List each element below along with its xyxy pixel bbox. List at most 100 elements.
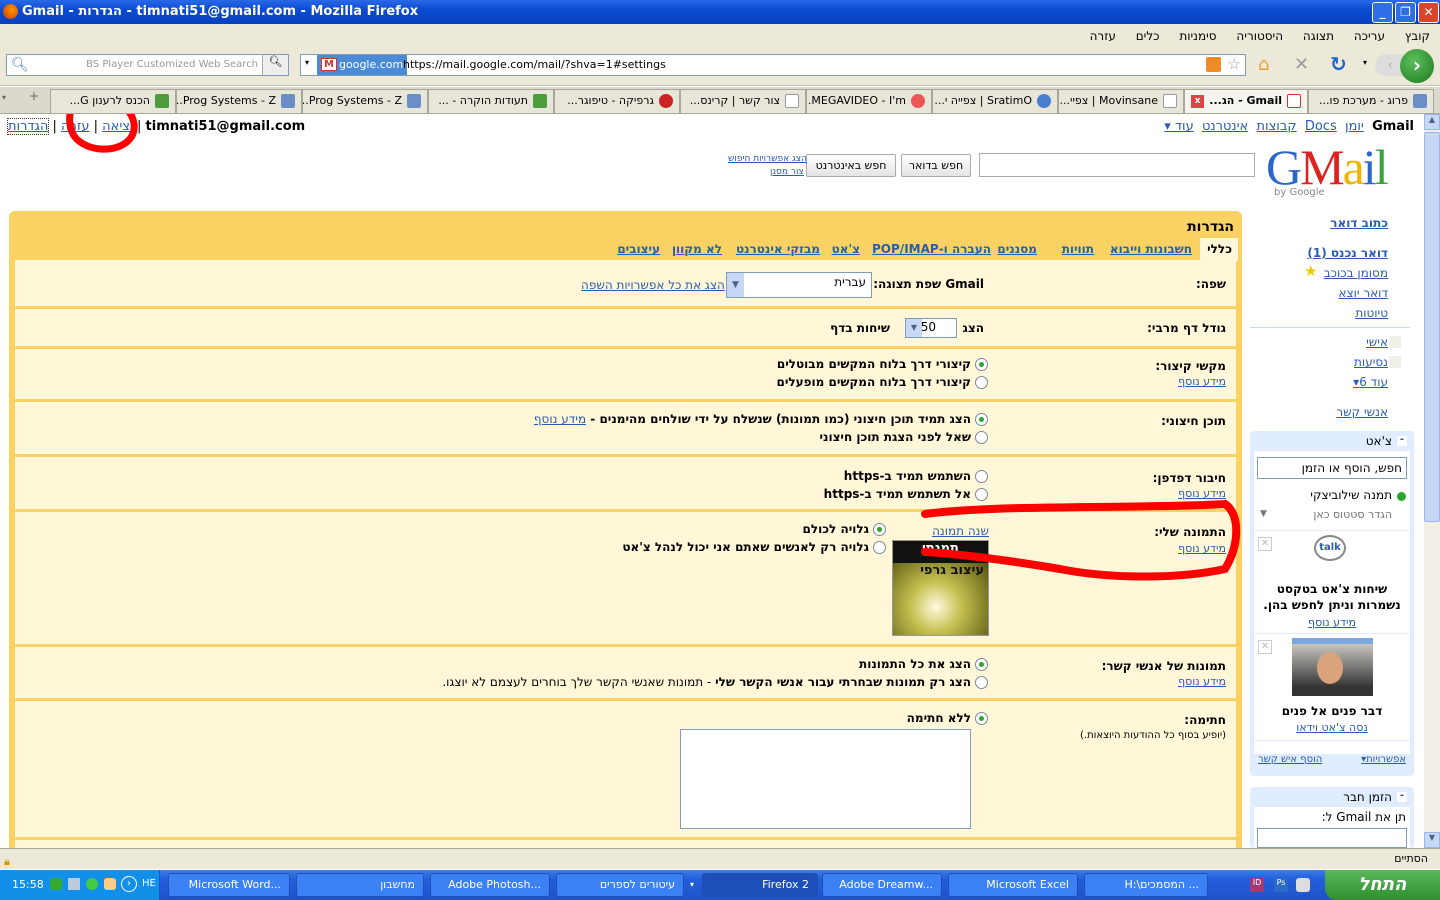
clock: 15:58	[12, 878, 44, 891]
scroll-down-icon[interactable]: ▼	[1424, 832, 1440, 848]
tray-icon[interactable]	[104, 878, 116, 890]
network-icon[interactable]	[68, 878, 80, 890]
tab-label: תעודות הוקרה - ...	[438, 94, 528, 107]
minimize-button[interactable]: _	[1372, 2, 1393, 23]
expand-tray-icon[interactable]: ›	[121, 876, 137, 892]
menu-file[interactable]: קובץ	[1405, 24, 1430, 48]
taskbar-label: מחשבון	[380, 878, 415, 891]
url-text[interactable]: https://mail.google.com/mail/?shva=1#set…	[403, 58, 666, 71]
annotation-overlay	[66, 114, 1241, 581]
new-tab-button[interactable]: +	[22, 89, 46, 111]
scroll-up-icon[interactable]: ▲	[1424, 114, 1440, 130]
close-button[interactable]: ✕	[1418, 2, 1439, 23]
tab-contact[interactable]: צור קשר | קרינס...	[680, 89, 806, 113]
maximize-button[interactable]: ❐	[1395, 2, 1416, 23]
window-title: Gmail - הגדרות - timnati51@gmail.com - M…	[22, 4, 419, 19]
tab-sratimo[interactable]: SratimO | צפייה י...	[932, 89, 1058, 113]
url-dropdown-icon[interactable]: ▾	[305, 58, 309, 67]
tab-label: Gmail - הג...	[1209, 94, 1282, 107]
annotation-circle-settings	[66, 114, 138, 153]
web-search-input[interactable]: BS Player Customized Web Search	[86, 59, 258, 70]
taskbar-folder[interactable]: H:\המסמכים ...	[1084, 873, 1208, 897]
search-go-icon[interactable]: 🔍︎	[262, 55, 288, 75]
tab-prog-systems-2[interactable]: Prog Systems - Z...	[176, 89, 302, 113]
history-dropdown-icon[interactable]: ▾	[1363, 58, 1367, 67]
window-title-bar: Gmail - הגדרות - timnati51@gmail.com - M…	[0, 0, 1440, 24]
start-button[interactable]: התחל	[1325, 870, 1440, 900]
taskbar-label: Adobe Dreamw...	[839, 878, 933, 891]
photoshop-quicklaunch-icon[interactable]: Ps	[1274, 878, 1288, 892]
start-label: התחל	[1358, 874, 1407, 895]
tab-label: צור קשר | קרינס...	[689, 94, 780, 107]
tab-favicon	[659, 94, 673, 108]
scroll-thumb[interactable]	[1424, 132, 1440, 522]
tab-megavideo[interactable]: MEGAVIDEO - I'm...	[806, 89, 932, 113]
tab-label: Prog Systems - Z...	[176, 94, 276, 107]
tab-prog[interactable]: פרוג - מערכת פו...	[1308, 89, 1434, 113]
tray-icon[interactable]	[50, 878, 62, 890]
menu-view[interactable]: תצוגה	[1303, 24, 1334, 48]
magnifier-icon: 🔍︎	[11, 57, 29, 73]
taskbar-label: Adobe Photosh...	[448, 878, 541, 891]
menu-edit[interactable]: עריכה	[1354, 24, 1385, 48]
tab-label: Movinsane | צפיי...	[1059, 94, 1159, 107]
messenger-icon[interactable]	[86, 878, 98, 890]
forward-button[interactable]: ›	[1400, 49, 1434, 83]
bookmark-star-icon[interactable]: ☆	[1228, 55, 1241, 73]
taskbar-photoshop[interactable]: Adobe Photosh...	[430, 873, 550, 897]
system-tray: 15:58 › HE	[0, 870, 160, 900]
tab-graphics[interactable]: גרפיקה - טיפוגר...	[554, 89, 680, 113]
tab-label: גרפיקה - טיפוגר...	[567, 94, 654, 107]
tab-movinsane[interactable]: Movinsane | צפיי...	[1058, 89, 1184, 113]
menu-bar: קובץ עריכה תצוגה היסטוריה סימניות כלים ע…	[0, 24, 1440, 48]
tab-list-icon[interactable]: ▾	[2, 93, 6, 102]
url-bar[interactable]: ▾ google.com M https://mail.google.com/m…	[300, 54, 1246, 76]
rss-icon[interactable]	[1206, 57, 1221, 72]
web-search-box[interactable]: 🔍︎ BS Player Customized Web Search 🔍︎	[6, 54, 289, 76]
quicklaunch-icon[interactable]	[1296, 878, 1310, 892]
tab-favicon	[1413, 94, 1427, 108]
gmail-favicon: M	[321, 58, 337, 71]
taskbar-excel[interactable]: Microsoft Excel	[948, 873, 1078, 897]
menu-help[interactable]: עזרה	[1090, 24, 1116, 48]
gmail-page: יציאה | עזרה | הגדרות | timnati51@gmail.…	[0, 114, 1424, 848]
tab-label: הכנס לרענון G...	[69, 94, 150, 107]
tab-gmail[interactable]: Gmail - הג... x	[1184, 89, 1308, 113]
taskbar-firefox[interactable]: Firefox 2	[702, 873, 818, 897]
tab-favicon	[911, 94, 925, 108]
taskbar-label: Microsoft Excel	[986, 878, 1069, 891]
menu-bookmarks[interactable]: סימניות	[1179, 24, 1216, 48]
tab-favicon	[1287, 94, 1301, 108]
home-icon[interactable]: ⌂	[1258, 54, 1269, 75]
site-domain: google.com	[339, 58, 404, 71]
stop-icon[interactable]: ✕	[1294, 54, 1309, 75]
reload-icon[interactable]: ↻	[1330, 52, 1347, 76]
annotation-circle-picture	[921, 499, 1241, 581]
tab-favicon	[281, 94, 295, 108]
taskbar-dreamweaver[interactable]: Adobe Dreamw...	[822, 873, 942, 897]
lock-icon: 🔒︎	[4, 855, 10, 868]
taskbar-label: Microsoft Word...	[188, 878, 281, 891]
indesign-quicklaunch-icon[interactable]: ID	[1250, 878, 1264, 892]
tab-favicon	[407, 94, 421, 108]
taskbar-calculator[interactable]: מחשבון	[296, 873, 424, 897]
tab-favicon	[785, 94, 799, 108]
menu-tools[interactable]: כלים	[1136, 24, 1160, 48]
tab-certificates[interactable]: תעודות הוקרה - ...	[428, 89, 554, 113]
tab-prog-systems[interactable]: Prog Systems - Z...	[302, 89, 428, 113]
tab-close-icon[interactable]: x	[1191, 95, 1204, 108]
taskbar-word[interactable]: Microsoft Word...	[168, 873, 290, 897]
tab-favicon	[1037, 94, 1051, 108]
vertical-scrollbar[interactable]: ▲ ▼	[1424, 114, 1440, 848]
browser-tabs-bar: ▾ + פרוג - מערכת פו... Gmail - הג... x Mo…	[0, 87, 1440, 114]
menu-history[interactable]: היסטוריה	[1236, 24, 1283, 48]
tab-google[interactable]: הכנס לרענון G...	[50, 89, 176, 113]
firefox-icon	[3, 4, 18, 19]
taskbar-label: H:\המסמכים ...	[1124, 878, 1199, 891]
group-dropdown-icon[interactable]: ▾	[690, 880, 694, 889]
status-bar: 🔒︎ הסתיים	[0, 848, 1440, 869]
taskbar-label: Firefox 2	[762, 878, 809, 891]
language-indicator[interactable]: HE	[142, 878, 156, 889]
taskbar-bridge[interactable]: עיטורים לספרים	[556, 873, 684, 897]
tab-favicon	[155, 94, 169, 108]
